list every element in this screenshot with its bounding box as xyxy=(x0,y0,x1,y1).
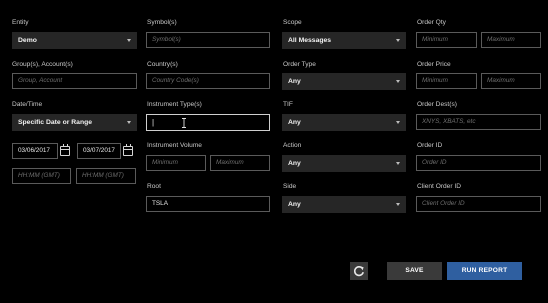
scope-value: All Messages xyxy=(288,37,332,44)
order-id-label: Order ID xyxy=(417,142,443,149)
chevron-down-icon xyxy=(127,39,131,42)
order-price-min-placeholder: Minimum xyxy=(422,77,448,84)
chevron-down-icon xyxy=(396,162,400,165)
order-qty-min-placeholder: Minimum xyxy=(422,36,448,43)
client-order-id-placeholder: Client Order ID xyxy=(422,200,465,207)
save-button[interactable]: SAVE xyxy=(387,262,442,280)
order-dest-input[interactable]: XNYS, XBATS, etc xyxy=(416,114,541,130)
root-input[interactable]: TSLA xyxy=(146,196,270,212)
order-price-min-input[interactable]: Minimum xyxy=(416,73,477,89)
order-dest-label: Order Dest(s) xyxy=(417,101,457,108)
instrument-volume-min-placeholder: Minimum xyxy=(152,159,178,166)
scope-select[interactable]: All Messages xyxy=(282,32,406,49)
order-qty-max-placeholder: Maximum xyxy=(487,36,515,43)
action-value: Any xyxy=(288,160,301,167)
order-qty-min-input[interactable]: Minimum xyxy=(416,32,477,48)
instrument-types-input[interactable]: | xyxy=(146,114,270,131)
refresh-icon xyxy=(353,266,364,277)
datetime-value: Specific Date or Range xyxy=(18,119,93,126)
start-time-input[interactable]: HH:MM (GMT) xyxy=(12,168,71,184)
start-date-value: 03/06/2017 xyxy=(18,147,50,154)
instrument-types-label: Instrument Type(s) xyxy=(147,101,202,108)
countries-input[interactable]: Country Code(s) xyxy=(146,73,270,89)
chevron-down-icon xyxy=(127,121,131,124)
instrument-volume-max-input[interactable]: Maximum xyxy=(210,155,270,171)
calendar-icon[interactable] xyxy=(60,144,70,156)
calendar-icon[interactable] xyxy=(123,144,133,156)
client-order-id-label: Client Order ID xyxy=(417,183,461,190)
groups-accounts-label: Group(s), Account(s) xyxy=(12,61,73,68)
side-label: Side xyxy=(283,183,297,190)
chevron-down-icon xyxy=(396,80,400,83)
order-qty-max-input[interactable]: Maximum xyxy=(481,32,541,48)
order-price-label: Order Price xyxy=(417,61,451,68)
instrument-volume-min-input[interactable]: Minimum xyxy=(146,155,206,171)
order-type-select[interactable]: Any xyxy=(282,73,406,90)
symbols-placeholder: Symbol(s) xyxy=(152,36,181,43)
chevron-down-icon xyxy=(396,39,400,42)
end-time-placeholder: HH:MM (GMT) xyxy=(82,172,124,179)
countries-label: Country(s) xyxy=(147,61,178,68)
side-value: Any xyxy=(288,201,301,208)
groups-accounts-placeholder: Group, Account xyxy=(18,77,63,84)
action-label: Action xyxy=(283,142,302,149)
instrument-volume-label: Instrument Volume xyxy=(147,142,202,149)
datetime-select[interactable]: Specific Date or Range xyxy=(12,114,137,131)
entity-label: Entity xyxy=(12,19,29,26)
end-date-input[interactable]: 03/07/2017 xyxy=(77,143,121,159)
scope-label: Scope xyxy=(283,19,302,26)
order-type-label: Order Type xyxy=(283,61,316,68)
run-report-button[interactable]: RUN REPORT xyxy=(447,262,522,280)
end-time-input[interactable]: HH:MM (GMT) xyxy=(76,168,136,184)
order-price-max-placeholder: Maximum xyxy=(487,77,515,84)
entity-value: Demo xyxy=(18,37,37,44)
countries-placeholder: Country Code(s) xyxy=(152,77,199,84)
order-dest-placeholder: XNYS, XBATS, etc xyxy=(422,118,476,125)
order-price-max-input[interactable]: Maximum xyxy=(481,73,541,89)
symbols-input[interactable]: Symbol(s) xyxy=(146,32,270,48)
instrument-types-value: | xyxy=(152,118,155,127)
root-label: Root xyxy=(147,183,161,190)
action-select[interactable]: Any xyxy=(282,155,406,172)
start-time-placeholder: HH:MM (GMT) xyxy=(18,172,60,179)
order-qty-label: Order Qty xyxy=(417,19,446,26)
chevron-down-icon xyxy=(396,203,400,206)
side-select[interactable]: Any xyxy=(282,196,406,213)
end-date-value: 03/07/2017 xyxy=(83,147,115,154)
client-order-id-input[interactable]: Client Order ID xyxy=(416,196,541,212)
reset-button[interactable] xyxy=(350,262,368,280)
instrument-volume-max-placeholder: Maximum xyxy=(216,159,244,166)
text-cursor-icon xyxy=(182,118,186,128)
root-value: TSLA xyxy=(152,200,168,207)
order-id-input[interactable]: Order ID xyxy=(416,155,541,171)
entity-select[interactable]: Demo xyxy=(12,32,137,49)
order-type-value: Any xyxy=(288,78,301,85)
symbols-label: Symbol(s) xyxy=(147,19,177,26)
start-date-input[interactable]: 03/06/2017 xyxy=(12,143,58,159)
tif-select[interactable]: Any xyxy=(282,114,406,131)
groups-accounts-input[interactable]: Group, Account xyxy=(12,73,137,89)
chevron-down-icon xyxy=(396,121,400,124)
tif-label: TIF xyxy=(283,101,293,108)
datetime-label: Date/Time xyxy=(12,101,43,108)
tif-value: Any xyxy=(288,119,301,126)
order-id-placeholder: Order ID xyxy=(422,159,447,166)
